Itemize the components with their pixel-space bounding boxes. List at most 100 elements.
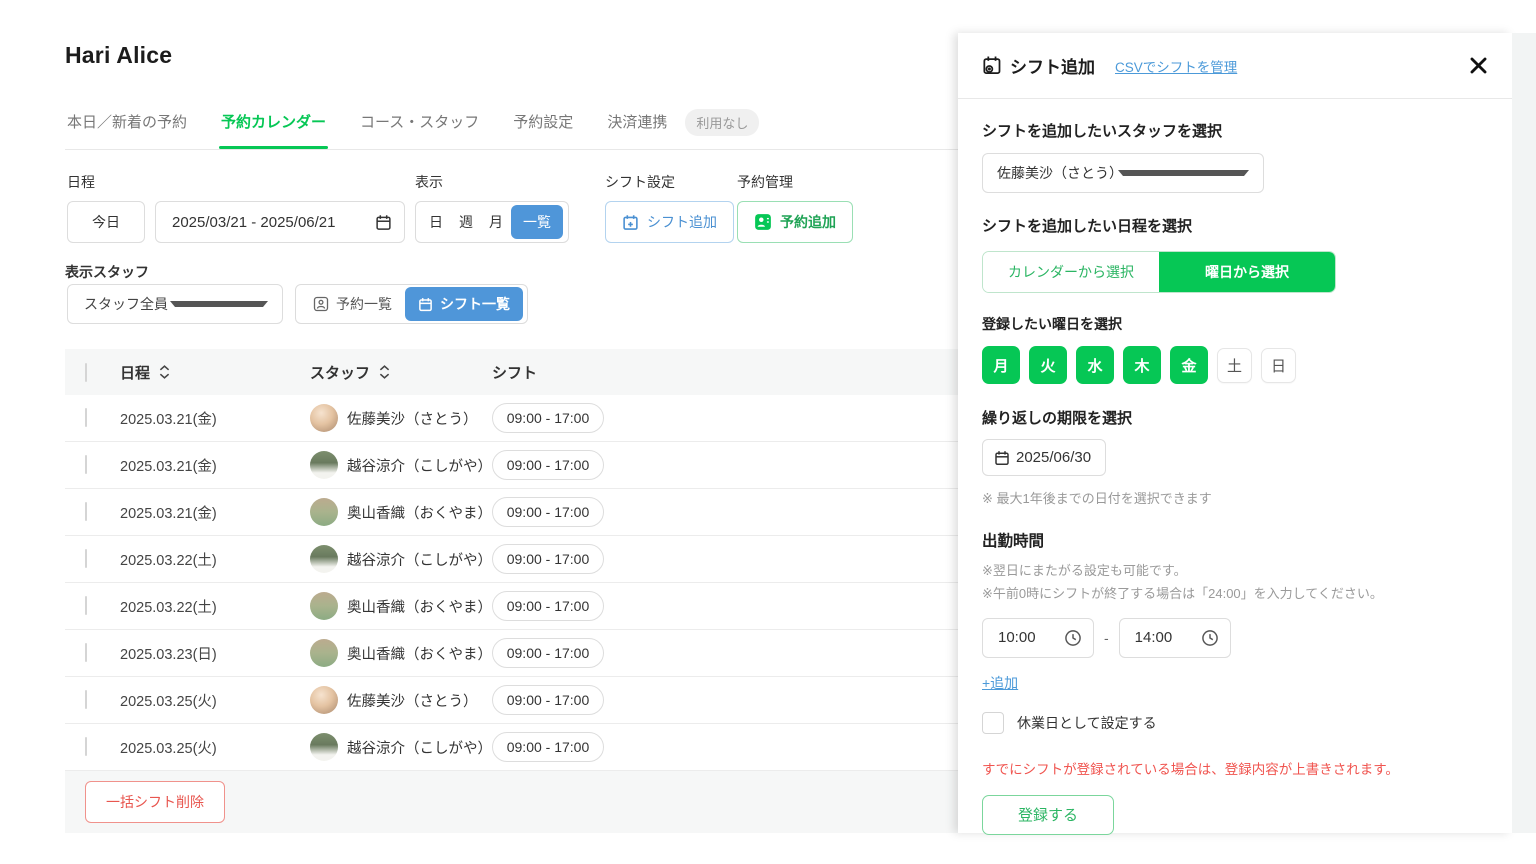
booking-list-toggle[interactable]: 予約一覧 <box>300 294 405 314</box>
weekday-sun[interactable]: 日 <box>1261 348 1296 383</box>
row-checkbox[interactable] <box>85 502 87 521</box>
person-outline-icon <box>313 296 329 312</box>
shift-time-pill[interactable]: 09:00 - 17:00 <box>492 450 604 480</box>
start-time-input[interactable]: 10:00 <box>982 618 1094 658</box>
calendar-icon <box>994 450 1010 466</box>
drawer-title: シフト追加 <box>1010 53 1095 78</box>
holiday-checkbox-row: 休業日として設定する <box>982 712 1488 734</box>
row-checkbox[interactable] <box>85 408 87 427</box>
tab-select-from-weekday[interactable]: 曜日から選択 <box>1159 252 1335 292</box>
view-day-option[interactable]: 日 <box>421 212 451 232</box>
holiday-checkbox-label: 休業日として設定する <box>1017 713 1157 733</box>
row-date: 2025.03.22(土) <box>120 549 310 570</box>
shift-time-pill[interactable]: 09:00 - 17:00 <box>492 544 604 574</box>
sort-date-icon[interactable] <box>159 365 170 379</box>
row-checkbox[interactable] <box>85 737 87 756</box>
view-label: 表示 <box>415 172 569 192</box>
staff-select[interactable]: 佐藤美沙（さとう） <box>982 153 1264 193</box>
shift-time-pill[interactable]: 09:00 - 17:00 <box>492 403 604 433</box>
close-icon[interactable] <box>1469 56 1488 75</box>
tab-payment-link[interactable]: 決済連携 <box>605 111 669 147</box>
row-checkbox[interactable] <box>85 596 87 615</box>
date-range-input[interactable]: 2025/03/21 - 2025/06/21 <box>155 201 405 243</box>
view-month-option[interactable]: 月 <box>481 212 511 232</box>
shift-time-pill[interactable]: 09:00 - 17:00 <box>492 638 604 668</box>
holiday-checkbox[interactable] <box>982 712 1004 734</box>
chevron-down-icon <box>170 301 268 307</box>
staff-filter-value: スタッフ全員 <box>82 294 170 314</box>
register-button[interactable]: 登録する <box>982 795 1114 835</box>
avatar <box>310 498 338 526</box>
work-time-label: 出勤時間 <box>982 529 1488 551</box>
view-list-option-selected[interactable]: 一覧 <box>511 205 563 239</box>
shift-add-button[interactable]: シフト追加 <box>605 201 734 243</box>
weekday-mon-selected[interactable]: 月 <box>982 346 1020 384</box>
clock-icon <box>1064 629 1082 647</box>
weekday-wed-selected[interactable]: 水 <box>1076 346 1114 384</box>
date-mode-tabs: カレンダーから選択 曜日から選択 <box>982 251 1336 293</box>
column-header-staff: スタッフ <box>310 362 370 383</box>
tab-booking-settings[interactable]: 予約設定 <box>511 111 575 147</box>
row-checkbox[interactable] <box>85 455 87 474</box>
row-checkbox[interactable] <box>85 549 87 568</box>
add-time-row-link[interactable]: +追加 <box>982 673 1018 693</box>
filter-controls: 日程 今日 2025/03/21 - 2025/06/21 <box>65 172 958 242</box>
avatar <box>310 639 338 667</box>
booking-manage-label: 予約管理 <box>737 172 853 192</box>
shift-list-toggle-selected[interactable]: シフト一覧 <box>405 287 523 321</box>
weekday-sat[interactable]: 土 <box>1217 348 1252 383</box>
avatar <box>310 592 338 620</box>
table-row: 2025.03.25(火) 佐藤美沙（さとう） 09:00 - 17:00 <box>65 677 958 724</box>
tab-bar: 本日／新着の予約 予約カレンダー コース・スタッフ 予約設定 決済連携 利用なし <box>65 109 958 150</box>
tab-course-staff[interactable]: コース・スタッフ <box>358 111 481 147</box>
shift-setting-label: シフト設定 <box>605 172 734 192</box>
row-staff-name: 佐藤美沙（さとう） <box>347 690 478 711</box>
overwrite-warning-text: すでにシフトが登録されている場合は、登録内容が上書きされます。 <box>982 758 1488 778</box>
today-button[interactable]: 今日 <box>67 201 145 243</box>
date-range-value: 2025/03/21 - 2025/06/21 <box>172 214 335 231</box>
csv-manage-link[interactable]: CSVでシフトを管理 <box>1115 56 1237 76</box>
tab-select-from-calendar[interactable]: カレンダーから選択 <box>983 252 1159 292</box>
shift-add-drawer: シフト追加 CSVでシフトを管理 シフトを追加したいスタッフを選択 佐藤美沙（さ… <box>958 33 1512 833</box>
work-time-inputs: 10:00 - 14:00 <box>982 618 1488 658</box>
calendar-plus-icon <box>982 55 1003 76</box>
shift-time-pill[interactable]: 09:00 - 17:00 <box>492 732 604 762</box>
sort-staff-icon[interactable] <box>379 365 390 379</box>
calendar-icon <box>375 214 392 231</box>
row-staff-name: 佐藤美沙（さとう） <box>347 408 478 429</box>
select-all-checkbox[interactable] <box>85 363 87 382</box>
chevron-down-icon <box>1118 170 1249 176</box>
scrollbar-track[interactable] <box>1512 33 1536 833</box>
row-checkbox[interactable] <box>85 643 87 662</box>
end-time-input[interactable]: 14:00 <box>1119 618 1231 658</box>
page-title: Hari Alice <box>65 42 958 69</box>
view-segmented-control: 日 週 月 一覧 <box>415 201 569 243</box>
staff-select-value: 佐藤美沙（さとう） <box>997 163 1118 183</box>
row-date: 2025.03.21(金) <box>120 455 310 476</box>
staff-section-label: シフトを追加したいスタッフを選択 <box>982 120 1488 141</box>
staff-filter-row: 表示スタッフ スタッフ全員 予約一覧 <box>65 262 958 324</box>
row-checkbox[interactable] <box>85 690 87 709</box>
repeat-date-input[interactable]: 2025/06/30 <box>982 439 1106 476</box>
date-section-label: シフトを追加したい日程を選択 <box>982 215 1488 236</box>
row-staff-name: 奥山香織（おくやま） <box>347 643 492 664</box>
avatar <box>310 545 338 573</box>
weekday-fri-selected[interactable]: 金 <box>1170 346 1208 384</box>
shift-time-pill[interactable]: 09:00 - 17:00 <box>492 497 604 527</box>
avatar <box>310 404 338 432</box>
date-range-label: 日程 <box>67 172 405 192</box>
weekday-tue-selected[interactable]: 火 <box>1029 346 1067 384</box>
staff-filter-select[interactable]: スタッフ全員 <box>67 284 283 324</box>
row-date: 2025.03.21(金) <box>120 502 310 523</box>
weekday-thu-selected[interactable]: 木 <box>1123 346 1161 384</box>
tab-booking-calendar[interactable]: 予約カレンダー <box>219 111 328 147</box>
calendar-white-icon <box>418 297 433 312</box>
bulk-shift-delete-button[interactable]: 一括シフト削除 <box>85 781 225 823</box>
booking-add-button[interactable]: 予約追加 <box>737 201 853 243</box>
shift-time-pill[interactable]: 09:00 - 17:00 <box>492 685 604 715</box>
table-row: 2025.03.25(火) 越谷涼介（こしがや） 09:00 - 17:00 <box>65 724 958 771</box>
tab-today-bookings[interactable]: 本日／新着の予約 <box>65 111 189 147</box>
payment-status-badge: 利用なし <box>685 109 759 136</box>
view-week-option[interactable]: 週 <box>451 212 481 232</box>
shift-time-pill[interactable]: 09:00 - 17:00 <box>492 591 604 621</box>
